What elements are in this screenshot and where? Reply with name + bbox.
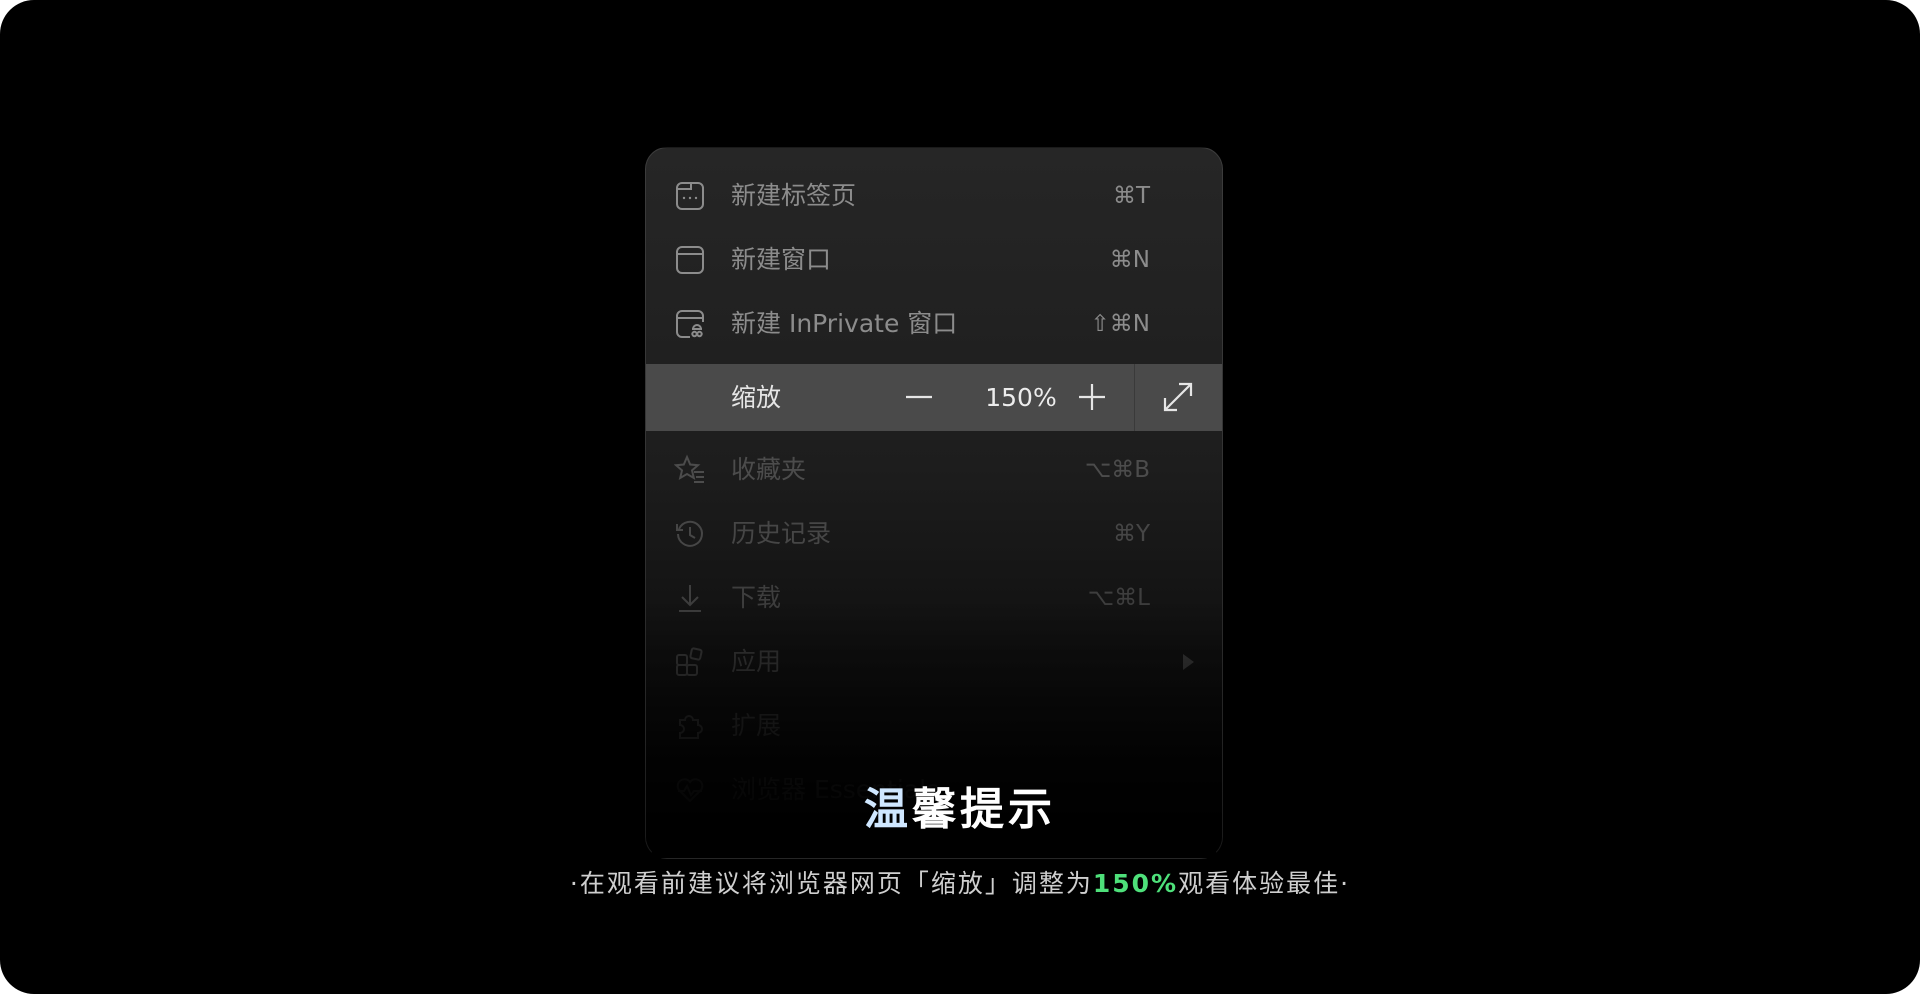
plus-icon <box>1079 384 1105 410</box>
menu-item-shortcut: ⌥⌘L <box>1087 585 1150 611</box>
menu-item-downloads[interactable]: 下载 ⌥⌘L <box>646 566 1222 630</box>
history-icon <box>674 518 706 550</box>
submenu-arrow-icon <box>1183 654 1194 670</box>
menu-item-new-window[interactable]: 新建窗口 ⌘N <box>646 228 1222 292</box>
tip-title-first-char: 温 <box>864 784 912 835</box>
menu-item-shortcut: ⌘T <box>1112 183 1150 209</box>
menu-item-shortcut: ⇧⌘N <box>1090 311 1150 337</box>
zoom-row: 缩放 150% <box>646 364 1222 431</box>
menu-item-favorites[interactable]: 收藏夹 ⌥⌘B <box>646 438 1222 502</box>
tip-text-after: 观看体验最佳· <box>1178 869 1351 898</box>
fullscreen-button[interactable] <box>1157 376 1199 418</box>
tip-title: 温馨提示 <box>0 782 1920 838</box>
fullscreen-icon <box>1163 382 1193 412</box>
tip-text-before: ·在观看前建议将浏览器网页「缩放」调整为 <box>569 869 1093 898</box>
menu-item-label: 新建窗口 <box>731 245 832 274</box>
menu-item-label: 扩展 <box>731 711 782 740</box>
menu-item-new-inprivate-window[interactable]: 新建 InPrivate 窗口 ⇧⌘N <box>646 292 1222 356</box>
menu-item-label: 收藏夹 <box>731 455 807 484</box>
apps-icon <box>674 646 706 678</box>
zoom-out-button[interactable] <box>898 376 940 418</box>
menu-item-history[interactable]: 历史记录 ⌘Y <box>646 502 1222 566</box>
menu-item-extensions[interactable]: 扩展 <box>646 694 1222 758</box>
zoom-value: 150% <box>985 383 1057 412</box>
browser-menu: 新建标签页 ⌘T 新建窗口 ⌘N 新建 InPrivate 窗口 ⇧⌘N 缩放 … <box>645 147 1223 859</box>
menu-item-label: 应用 <box>731 647 782 676</box>
menu-item-shortcut: ⌘Y <box>1112 521 1150 547</box>
page-background: 新建标签页 ⌘T 新建窗口 ⌘N 新建 InPrivate 窗口 ⇧⌘N 缩放 … <box>0 0 1920 994</box>
zoom-label: 缩放 <box>731 383 782 412</box>
new-tab-icon <box>674 180 706 212</box>
menu-item-label: 历史记录 <box>731 519 832 548</box>
favorites-icon <box>674 454 706 486</box>
zoom-in-button[interactable] <box>1071 376 1113 418</box>
tip-highlight-zoom: 150% <box>1092 869 1179 898</box>
inprivate-window-icon <box>674 308 706 340</box>
menu-item-label: 新建标签页 <box>731 181 857 210</box>
new-window-icon <box>674 244 706 276</box>
menu-item-shortcut: ⌘N <box>1109 247 1150 273</box>
download-icon <box>674 582 706 614</box>
menu-item-apps[interactable]: 应用 <box>646 630 1222 694</box>
tip-title-rest: 馨提示 <box>912 784 1056 835</box>
menu-item-label: 下载 <box>731 583 782 612</box>
minus-icon <box>906 395 932 399</box>
menu-item-new-tab[interactable]: 新建标签页 ⌘T <box>646 164 1222 228</box>
extensions-icon <box>674 710 706 742</box>
menu-item-shortcut: ⌥⌘B <box>1084 457 1150 483</box>
menu-item-label: 新建 InPrivate 窗口 <box>731 309 958 338</box>
zoom-divider <box>1134 364 1135 431</box>
tip-subtitle: ·在观看前建议将浏览器网页「缩放」调整为150%观看体验最佳· <box>0 866 1920 902</box>
